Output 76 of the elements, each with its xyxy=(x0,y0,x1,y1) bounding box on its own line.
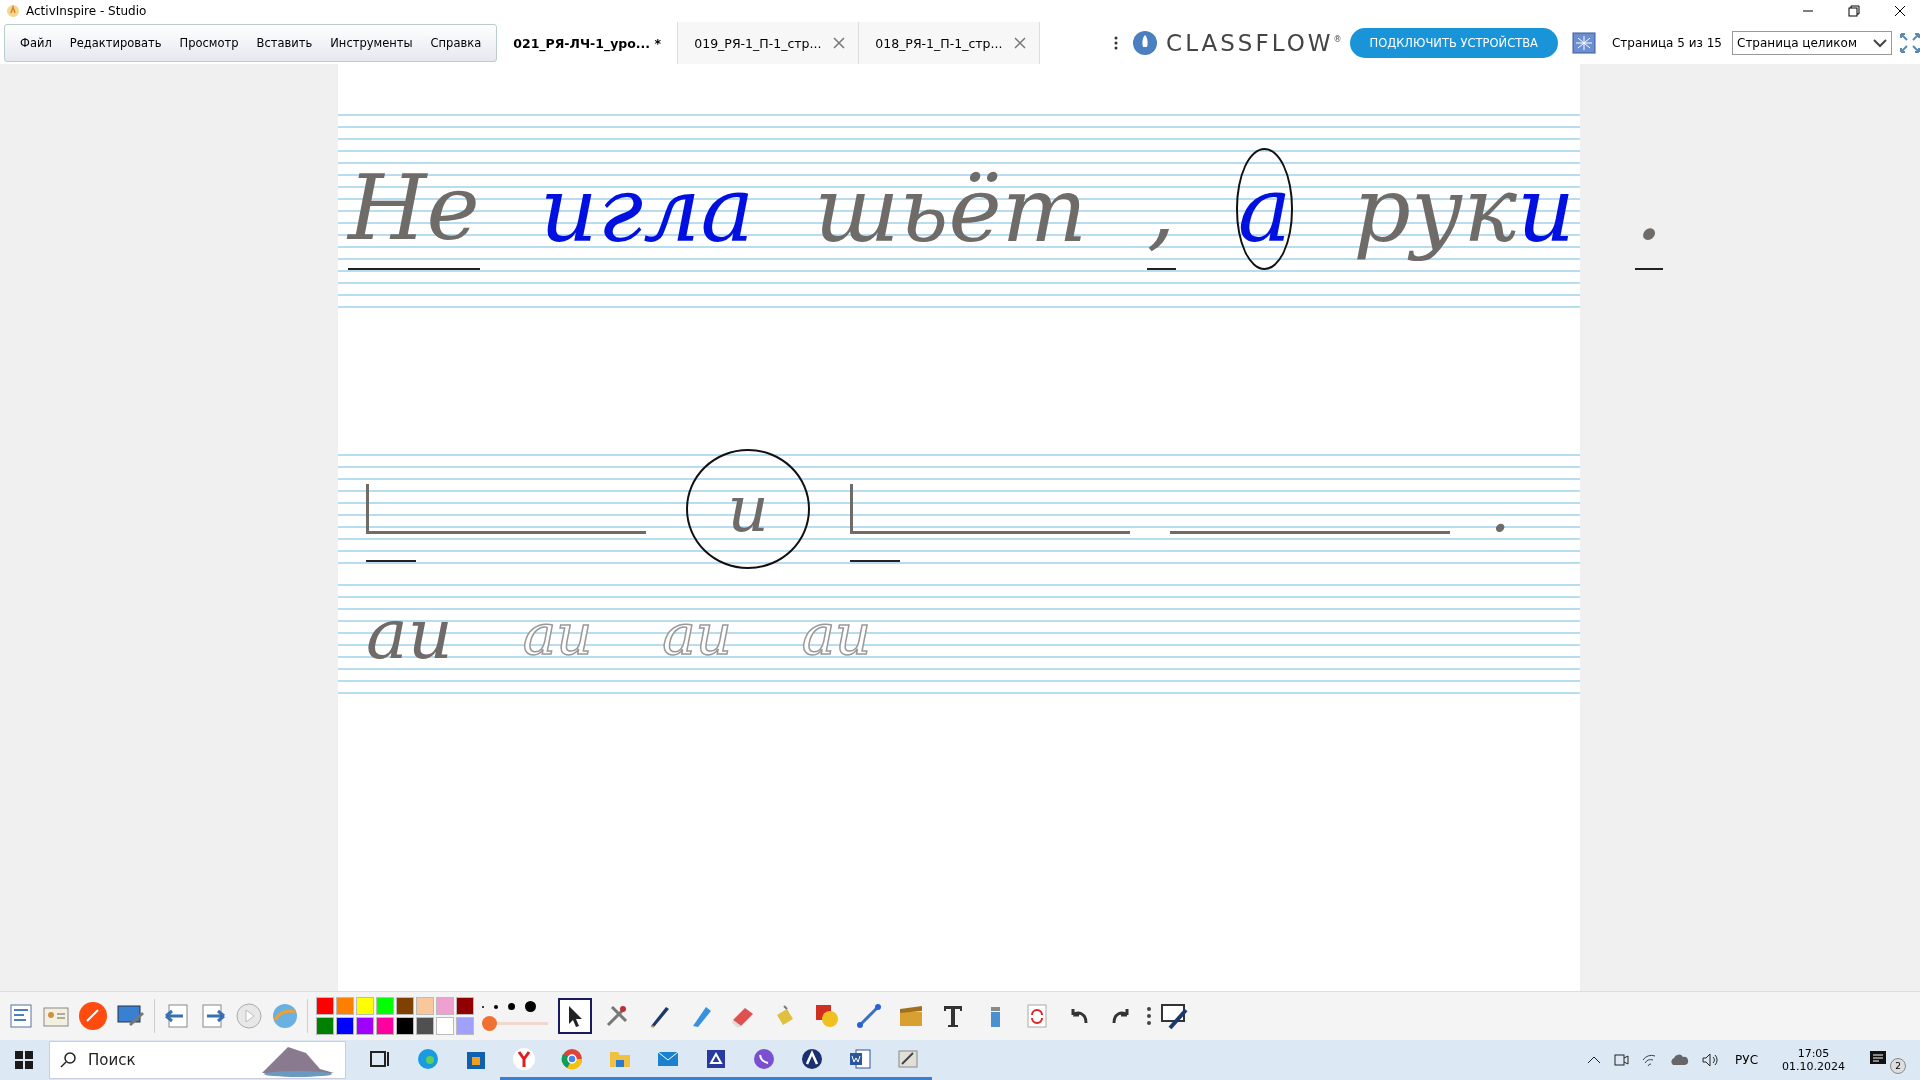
color-swatch[interactable] xyxy=(376,1017,394,1035)
notification-count: 2 xyxy=(1890,1058,1906,1074)
camera-icon[interactable] xyxy=(1613,1052,1630,1068)
classflow-logo: CLASSFLOW$^{®}$ xyxy=(1166,30,1342,56)
color-swatch[interactable] xyxy=(396,997,414,1015)
speaker-icon[interactable] xyxy=(1701,1052,1720,1068)
cursive-word: а xyxy=(1235,148,1294,270)
cursive-word: шьёт xyxy=(814,155,1088,264)
cursive-letters: аи xyxy=(366,593,453,675)
zoom-dropdown[interactable]: Страница целиком xyxy=(1732,31,1892,55)
next-page-icon[interactable] xyxy=(199,1003,227,1029)
clock-time: 17:05 xyxy=(1797,1047,1830,1060)
search-field[interactable]: Поиск xyxy=(49,1041,346,1079)
color-swatch[interactable] xyxy=(456,997,474,1015)
chrome-icon xyxy=(560,1046,584,1071)
color-swatch[interactable] xyxy=(396,1017,414,1035)
search-input[interactable]: Поиск xyxy=(86,1050,250,1070)
chevron-down-icon xyxy=(1873,38,1887,48)
pen-size-dot[interactable] xyxy=(494,1004,498,1009)
page-counter: Страница 5 из 15 xyxy=(1611,36,1722,50)
color-swatch[interactable] xyxy=(316,997,334,1015)
language-indicator[interactable]: РУС xyxy=(1735,1053,1758,1067)
more-icon[interactable] xyxy=(1114,36,1119,50)
slider-thumb[interactable] xyxy=(482,1016,497,1031)
cursive-word: Не xyxy=(348,148,480,270)
wrench-icon xyxy=(604,1003,630,1029)
menu-item[interactable]: Файл xyxy=(11,36,61,50)
previous-page-icon[interactable] xyxy=(163,1003,191,1029)
windows-start-icon[interactable] xyxy=(15,1051,33,1069)
menu-item[interactable]: Вставить xyxy=(247,36,322,50)
color-swatch[interactable] xyxy=(336,997,354,1015)
shape-icon xyxy=(814,1003,840,1029)
document-tab[interactable]: 019_РЯ-1_П-1_стр... xyxy=(678,22,860,64)
document-tab[interactable]: 018_РЯ-1_П-1_стр... xyxy=(859,22,1041,64)
cursive-word: игла xyxy=(539,155,755,264)
cursive-word: . xyxy=(1634,148,1664,270)
menu-item[interactable]: Редактировать xyxy=(60,36,171,50)
chevron-up-icon[interactable] xyxy=(1587,1056,1602,1064)
pen-size-dot[interactable] xyxy=(525,1001,536,1012)
pen-size-dot[interactable] xyxy=(508,1003,515,1010)
close-icon[interactable] xyxy=(1894,5,1906,17)
cursive-letter: . xyxy=(1490,477,1511,541)
connector-icon xyxy=(856,1003,882,1029)
color-swatch[interactable] xyxy=(436,997,454,1015)
color-swatch[interactable] xyxy=(376,997,394,1015)
menu-item[interactable]: Справка xyxy=(421,36,491,50)
desktop-annotate-icon[interactable] xyxy=(1160,1002,1190,1030)
search-icon xyxy=(60,1052,76,1068)
color-swatch[interactable] xyxy=(456,1017,474,1035)
tool-button[interactable] xyxy=(558,998,592,1034)
app-logo-icon xyxy=(6,4,20,18)
clock-date: 01.10.2024 xyxy=(1782,1060,1845,1073)
color-swatch[interactable] xyxy=(356,997,374,1015)
restore-icon[interactable] xyxy=(1848,5,1860,17)
word-icon xyxy=(848,1046,872,1071)
menu-item[interactable]: Просмотр xyxy=(170,36,248,50)
pen-circle-icon[interactable] xyxy=(78,1001,108,1031)
color-swatch[interactable] xyxy=(316,1017,334,1035)
color-swatch[interactable] xyxy=(416,997,434,1015)
window-title: ActivInspire - Studio xyxy=(26,4,147,18)
color-swatch[interactable] xyxy=(356,1017,374,1035)
more-icon[interactable] xyxy=(1146,1006,1152,1026)
color-swatch[interactable] xyxy=(416,1017,434,1035)
grid-view-icon[interactable] xyxy=(1571,32,1596,54)
refresh-icon xyxy=(1024,1003,1050,1029)
cursive-letter: и xyxy=(686,449,810,569)
wifi-icon[interactable] xyxy=(1641,1052,1658,1068)
monitor-tools-icon[interactable] xyxy=(116,1003,146,1029)
menu-item[interactable]: Инструменты xyxy=(321,36,422,50)
fullscreen-icon[interactable] xyxy=(1900,33,1920,53)
cloud-icon[interactable] xyxy=(1669,1053,1690,1067)
browser-icon[interactable] xyxy=(8,1003,34,1029)
color-swatch[interactable] xyxy=(336,1017,354,1035)
cursive-word: , xyxy=(1147,148,1176,270)
cursive-word: руки xyxy=(1353,155,1575,264)
color-swatch[interactable] xyxy=(436,1017,454,1035)
